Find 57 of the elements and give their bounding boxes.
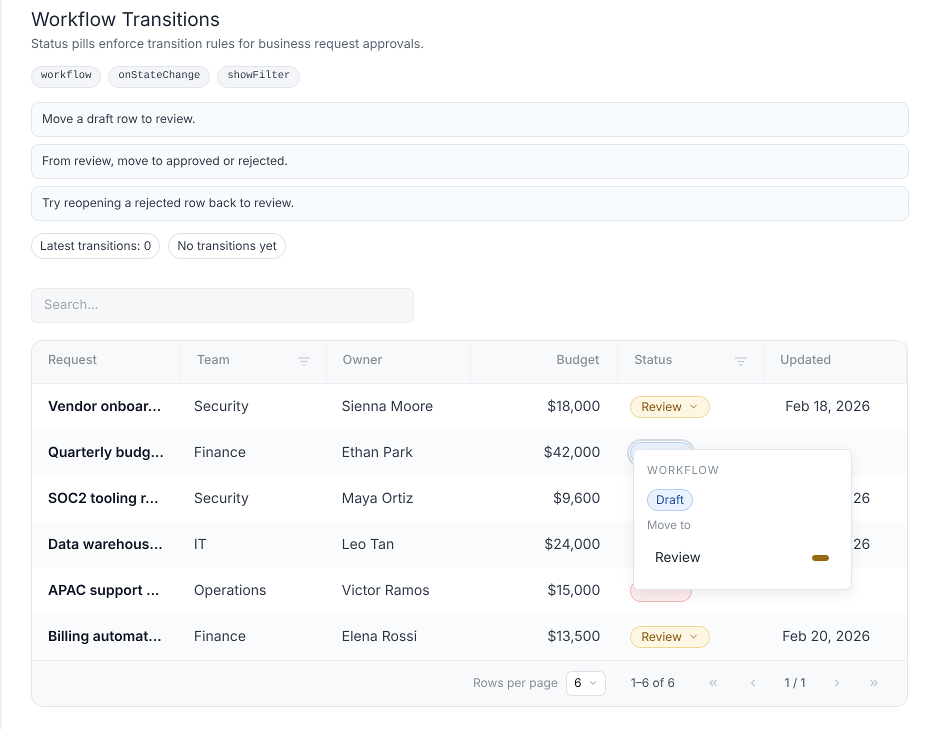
team-cell-text: Security <box>192 489 250 510</box>
updated-cell-text: 26 <box>852 489 870 510</box>
rows-per-page-label: Rows per page <box>472 674 558 692</box>
tag-chip: showFilter <box>217 66 300 88</box>
owner-cell-text: Sienna Moore <box>340 397 434 418</box>
tag-chip: onStateChange <box>108 66 210 88</box>
budget-cell-text: $24,000 <box>543 535 602 556</box>
range-text: 1–6 of 6 <box>630 674 675 692</box>
hint-box: Try reopening a rejected row back to review. <box>31 186 909 221</box>
column-header[interactable]: Status <box>634 352 672 372</box>
menu-option[interactable]: Review <box>647 548 838 568</box>
request-cell-text: APAC support ... <box>47 581 161 602</box>
move-to-label: Move to <box>647 517 692 534</box>
column-header[interactable]: Owner <box>342 352 382 372</box>
search-field[interactable]: Search... <box>31 288 414 323</box>
page-title: Workflow Transitions <box>31 8 221 32</box>
column-header[interactable]: Budget <box>556 352 600 372</box>
updated-cell-text: 26 <box>852 535 870 556</box>
request-cell-text: Quarterly budg... <box>47 443 165 464</box>
team-cell-text: Operations <box>192 581 268 602</box>
rows-per-page-select[interactable]: 6 <box>566 670 606 696</box>
owner-cell-text: Maya Ortiz <box>340 489 414 510</box>
column-header[interactable]: Request <box>48 352 97 372</box>
column-header[interactable]: Updated <box>780 352 832 372</box>
filter-icon[interactable] <box>735 357 748 366</box>
request-cell-text: Billing automat... <box>47 627 163 648</box>
current-status-pill: Draft <box>647 489 693 512</box>
budget-cell-text: $15,000 <box>546 581 602 602</box>
column-header[interactable]: Team <box>196 352 230 372</box>
request-cell-text: Vendor onboar... <box>47 397 162 418</box>
counter-chip: Latest transitions: 0 <box>31 232 160 259</box>
owner-cell-text: Victor Ramos <box>340 581 431 602</box>
budget-cell-text: $9,600 <box>552 489 602 510</box>
counter-chip: No transitions yet <box>168 232 286 259</box>
team-cell-text: Finance <box>192 627 248 648</box>
status-pill[interactable]: Review <box>630 626 710 648</box>
owner-cell-text: Ethan Park <box>340 443 414 464</box>
page-subtitle: Status pills enforce transition rules for business request approvals. <box>31 36 426 54</box>
budget-cell-text: $42,000 <box>542 443 602 464</box>
team-cell-text: Security <box>192 397 250 418</box>
popover-heading: WORKFLOW <box>647 462 720 478</box>
owner-cell-text: Elena Rossi <box>340 627 418 648</box>
request-cell-text: Data warehous... <box>47 535 164 556</box>
request-cell-text: SOC2 tooling r... <box>47 489 160 510</box>
budget-cell-text: $18,000 <box>546 397 602 418</box>
status-pill[interactable]: Review <box>630 396 710 418</box>
filter-icon[interactable] <box>298 357 310 366</box>
budget-cell-text: $13,500 <box>546 627 602 648</box>
tag-chip: workflow <box>31 66 102 88</box>
page-indicator: 1 / 1 <box>784 674 806 692</box>
updated-cell-text: Feb 20, 2026 <box>781 627 870 648</box>
owner-cell-text: Leo Tan <box>340 535 396 556</box>
team-cell-text: Finance <box>192 443 248 464</box>
hint-box: Move a draft row to review. <box>31 102 909 137</box>
updated-cell-text: Feb 18, 2026 <box>784 397 870 418</box>
team-cell-text: IT <box>192 535 208 556</box>
hint-box: From review, move to approved or rejected. <box>31 144 909 179</box>
